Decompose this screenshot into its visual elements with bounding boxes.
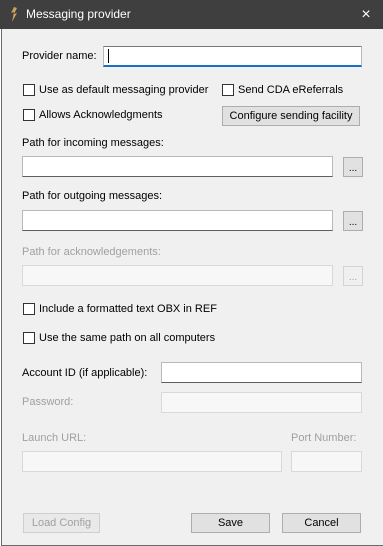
account-id-label: Account ID (if applicable): (22, 367, 148, 379)
same-path-label: Use the same path on all computers (39, 332, 216, 344)
default-provider-checkbox[interactable] (23, 84, 35, 96)
text-caret (108, 49, 109, 63)
ack-browse-button: ... (343, 266, 363, 286)
port-number-input (291, 451, 362, 472)
same-path-checkbox[interactable] (23, 332, 35, 344)
password-label: Password: (22, 396, 74, 408)
provider-name-label: Provider name: (22, 50, 97, 62)
dialog-body: Provider name: Use as default messaging … (1, 29, 383, 546)
send-cda-checkbox[interactable] (222, 84, 234, 96)
outgoing-path-input[interactable] (22, 210, 333, 231)
launch-url-label: Launch URL: (22, 432, 87, 444)
include-obx-checkbox[interactable] (23, 303, 35, 315)
acknowledgments-checkbox[interactable] (23, 109, 35, 121)
outgoing-path-label: Path for outgoing messages: (22, 190, 163, 202)
ack-path-input (22, 265, 333, 286)
port-number-label: Port Number: (291, 432, 357, 444)
include-obx-label: Include a formatted text OBX in REF (39, 303, 217, 315)
outgoing-browse-button[interactable]: ... (343, 211, 363, 231)
provider-name-input[interactable] (103, 46, 362, 67)
close-icon[interactable]: × (349, 0, 383, 29)
app-logo-icon (11, 7, 17, 22)
send-cda-label: Send CDA eReferrals (238, 84, 344, 96)
title-bar: Messaging provider × (0, 0, 383, 29)
cancel-button[interactable]: Cancel (282, 513, 361, 533)
window-title: Messaging provider (26, 7, 131, 21)
acknowledgments-label: Allows Acknowledgments (39, 109, 163, 121)
default-provider-label: Use as default messaging provider (39, 84, 209, 96)
load-config-button: Load Config (23, 513, 100, 533)
incoming-browse-button[interactable]: ... (343, 157, 363, 177)
ack-path-label: Path for acknowledgements: (22, 246, 161, 258)
incoming-path-label: Path for incoming messages: (22, 137, 164, 149)
save-button[interactable]: Save (191, 513, 270, 533)
account-id-input[interactable] (161, 362, 362, 383)
password-input (161, 392, 362, 413)
incoming-path-input[interactable] (22, 156, 333, 177)
launch-url-input (22, 451, 282, 472)
configure-sending-facility-button[interactable]: Configure sending facility (222, 106, 360, 126)
